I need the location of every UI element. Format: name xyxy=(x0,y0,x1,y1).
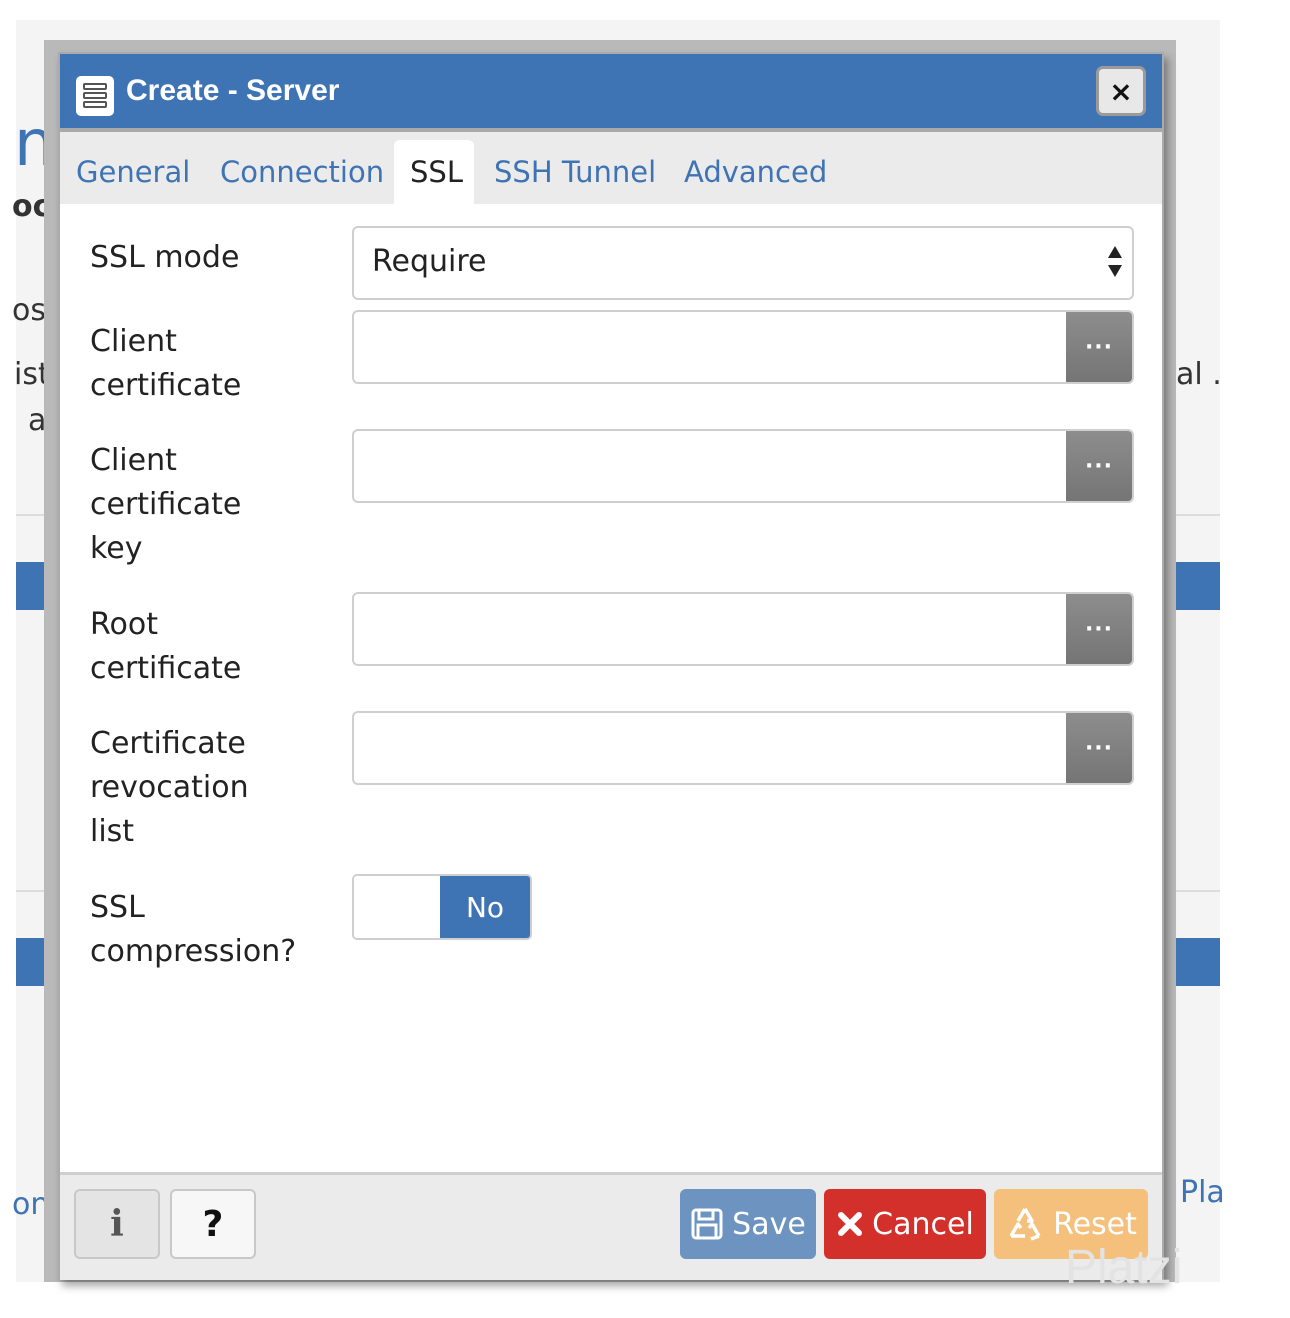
root-certificate-input: ··· xyxy=(352,592,1134,666)
help-button[interactable]: ? xyxy=(170,1189,256,1259)
tab-ssh-tunnel[interactable]: SSH Tunnel xyxy=(478,140,672,204)
tab-bar: General Connection SSL SSH Tunnel Advanc… xyxy=(60,132,1162,204)
background-text: al . xyxy=(1176,357,1222,392)
client-certificate-key-label: Client certificate key xyxy=(90,439,241,571)
toggle-state: No xyxy=(440,876,530,938)
recycle-icon xyxy=(1005,1206,1045,1242)
crl-browse-button[interactable]: ··· xyxy=(1066,713,1132,783)
floppy-disk-icon xyxy=(690,1207,724,1241)
client-certificate-browse-button[interactable]: ··· xyxy=(1066,312,1132,382)
label-line: key xyxy=(90,531,143,566)
label-line: compression? xyxy=(90,934,297,969)
label-line: Client xyxy=(90,443,177,478)
save-label: Save xyxy=(732,1206,806,1242)
tab-advanced[interactable]: Advanced xyxy=(668,140,843,204)
dialog-title: Create - Server xyxy=(126,74,340,107)
create-server-dialog: Create - Server × General Connection SSL… xyxy=(58,52,1164,1280)
label-line: Root xyxy=(90,607,158,642)
client-certificate-field[interactable] xyxy=(354,312,1068,382)
platzi-watermark: Platzi xyxy=(1065,1241,1183,1294)
crl-label: Certificate revocation list xyxy=(90,722,249,854)
client-certificate-key-field[interactable] xyxy=(354,431,1068,501)
ssl-compression-toggle[interactable]: No xyxy=(352,874,532,940)
ssl-mode-select[interactable]: Require xyxy=(352,226,1134,300)
ssl-mode-label-text: SSL mode xyxy=(90,240,240,275)
label-line: certificate xyxy=(90,487,242,522)
label-line: list xyxy=(90,814,135,849)
background-text: Pla xyxy=(1180,1175,1225,1210)
select-arrows-icon xyxy=(1108,246,1124,280)
tab-connection[interactable]: Connection xyxy=(204,140,400,204)
crl-input: ··· xyxy=(352,711,1134,785)
label-line: Certificate xyxy=(90,726,246,761)
label-line: revocation xyxy=(90,770,249,805)
client-certificate-label: Client certificate xyxy=(90,320,241,408)
dialog-titlebar[interactable]: Create - Server × xyxy=(60,54,1162,132)
client-certificate-key-input: ··· xyxy=(352,429,1134,503)
ssl-mode-label: SSL mode xyxy=(90,236,239,280)
root-certificate-browse-button[interactable]: ··· xyxy=(1066,594,1132,664)
toggle-off-area xyxy=(354,876,442,938)
dialog-footer: i ? Save Cancel Reset xyxy=(60,1172,1162,1280)
root-certificate-field[interactable] xyxy=(354,594,1068,664)
close-x-icon xyxy=(836,1210,864,1238)
cancel-label: Cancel xyxy=(872,1206,974,1242)
save-button[interactable]: Save xyxy=(680,1189,816,1259)
reset-label: Reset xyxy=(1053,1206,1137,1242)
crl-field[interactable] xyxy=(354,713,1068,783)
client-certificate-input: ··· xyxy=(352,310,1134,384)
label-line: SSL xyxy=(90,890,145,925)
label-line: certificate xyxy=(90,651,242,686)
server-icon xyxy=(76,76,114,116)
tab-general[interactable]: General xyxy=(60,140,206,204)
root-certificate-label: Root certificate xyxy=(90,603,241,691)
info-button[interactable]: i xyxy=(74,1189,160,1259)
cancel-button[interactable]: Cancel xyxy=(824,1189,986,1259)
background-text: os xyxy=(12,293,46,328)
client-certificate-key-browse-button[interactable]: ··· xyxy=(1066,431,1132,501)
tab-ssl[interactable]: SSL xyxy=(394,140,474,204)
ssl-mode-value: Require xyxy=(372,244,487,279)
close-button[interactable]: × xyxy=(1096,66,1146,116)
label-line: Client xyxy=(90,324,177,359)
ssl-compression-label: SSL compression? xyxy=(90,886,296,974)
label-line: certificate xyxy=(90,368,242,403)
